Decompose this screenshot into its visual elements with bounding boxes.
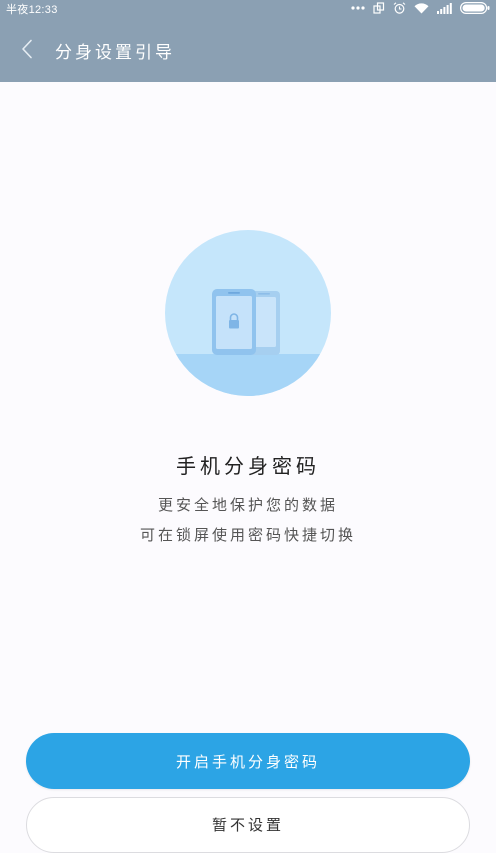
status-bar: 半夜12:33: [0, 0, 496, 16]
status-time: 半夜12:33: [6, 4, 58, 16]
signal-icon: [437, 2, 452, 14]
skip-button[interactable]: 暂不设置: [26, 797, 470, 853]
alarm-icon: [393, 2, 406, 14]
back-button[interactable]: [12, 34, 42, 64]
enable-password-button[interactable]: 开启手机分身密码: [26, 733, 470, 789]
skip-button-label: 暂不设置: [211, 816, 284, 834]
description-line-2: 可在锁屏使用密码快捷切换: [139, 526, 356, 544]
battery-icon: [460, 2, 490, 14]
clone-icon: [373, 2, 385, 14]
title-bar: 分身设置引导: [0, 16, 496, 82]
hero-illustration: [165, 230, 331, 396]
chevron-left-icon: [22, 39, 32, 59]
wifi-icon: [414, 2, 429, 13]
dual-phone-lock-icon: [165, 289, 331, 396]
heading: 手机分身密码: [176, 454, 320, 478]
description-line-1: 更安全地保护您的数据: [157, 496, 338, 514]
more-icon: [351, 6, 365, 10]
page-title: 分身设置引导: [55, 43, 175, 63]
status-icons: [351, 2, 490, 14]
